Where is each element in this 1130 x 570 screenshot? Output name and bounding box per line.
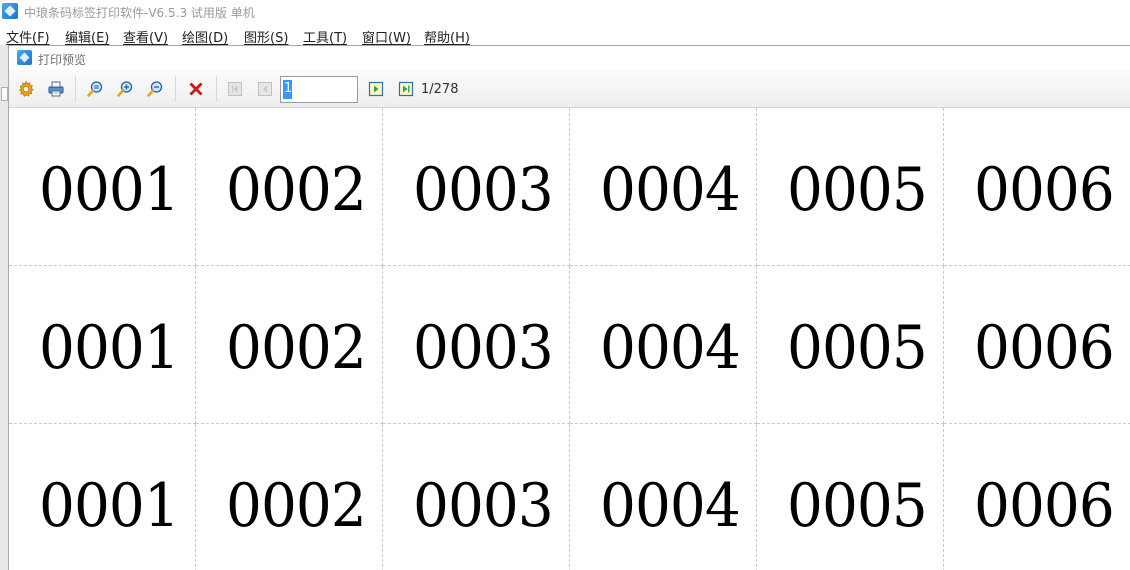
label-cell: 0006: [944, 424, 1130, 570]
preview-title: 打印预览: [38, 53, 87, 67]
label-number: 0001: [39, 155, 180, 225]
label-cell: 0004: [570, 424, 757, 570]
label-number: 0003: [413, 313, 554, 383]
close-x-icon[interactable]: [184, 77, 208, 101]
app-titlebar: 中琅条码标签打印软件-V6.5.3 试用版 单机: [0, 0, 1130, 24]
label-number: 0002: [226, 155, 367, 225]
label-number: 0004: [600, 155, 741, 225]
preview-logo-icon: [17, 50, 32, 65]
first-page-icon[interactable]: [223, 77, 247, 101]
label-cell: 0003: [383, 424, 570, 570]
menu-file[interactable]: 文件(F): [6, 27, 50, 46]
label-number: 0003: [413, 155, 554, 225]
label-number: 0006: [974, 471, 1115, 541]
label-cell: 0002: [196, 108, 383, 266]
label-number: 0003: [413, 471, 554, 541]
label-number: 0004: [600, 313, 741, 383]
app-logo-icon: [2, 3, 18, 19]
prev-page-icon[interactable]: [253, 77, 277, 101]
label-cell: 0003: [383, 108, 570, 266]
label-cell: 0002: [196, 266, 383, 424]
page-count: 1/278: [421, 82, 459, 97]
label-cell: 0004: [570, 108, 757, 266]
label-cell: 0001: [9, 424, 196, 570]
label-cell: 0005: [757, 108, 944, 266]
label-cell: 0006: [944, 108, 1130, 266]
menubar: 文件(F) 编辑(E) 查看(V) 绘图(D) 图形(S) 工具(T) 窗口(W…: [0, 24, 1130, 46]
toolbar-separator: [75, 76, 76, 102]
menu-help[interactable]: 帮助(H): [424, 27, 470, 46]
preview-titlebar: 打印预览: [9, 46, 1130, 70]
last-page-icon[interactable]: [394, 77, 418, 101]
toolbar-separator: [216, 76, 217, 102]
label-number: 0001: [39, 471, 180, 541]
label-number: 0006: [974, 313, 1115, 383]
menu-shape[interactable]: 图形(S): [244, 27, 288, 46]
label-cell: 0005: [757, 266, 944, 424]
label-cell: 0001: [9, 266, 196, 424]
label-number: 0005: [787, 471, 928, 541]
main-window-edge: [0, 45, 8, 570]
preview-canvas: 0001 0002 0003 0004 0005 0006 0001 0002 …: [9, 108, 1130, 570]
label-cell: 0002: [196, 424, 383, 570]
next-page-icon[interactable]: [364, 77, 388, 101]
app-title: 中琅条码标签打印软件-V6.5.3 试用版 单机: [24, 6, 255, 20]
label-number: 0005: [787, 313, 928, 383]
label-cell: 0006: [944, 266, 1130, 424]
menu-draw[interactable]: 绘图(D): [182, 27, 228, 46]
settings-gear-icon[interactable]: [14, 77, 38, 101]
zoom-fit-icon[interactable]: [83, 77, 107, 101]
label-number: 0001: [39, 313, 180, 383]
print-preview-window: 打印预览 1 1 1/278 0001 0002 0003 0004 0005 …: [8, 45, 1130, 570]
toolbar-separator: [175, 76, 176, 102]
zoom-in-icon[interactable]: [113, 77, 137, 101]
label-number: 0002: [226, 471, 367, 541]
label-cell: 0001: [9, 108, 196, 266]
menu-view[interactable]: 查看(V): [123, 27, 168, 46]
label-number: 0002: [226, 313, 367, 383]
label-number: 0004: [600, 471, 741, 541]
preview-toolbar: 1 1/278: [9, 70, 1130, 108]
menu-tools[interactable]: 工具(T): [303, 27, 347, 46]
label-number: 0005: [787, 155, 928, 225]
printer-icon[interactable]: [44, 77, 68, 101]
label-cell: 0004: [570, 266, 757, 424]
label-cell: 0003: [383, 266, 570, 424]
menu-edit[interactable]: 编辑(E): [65, 27, 109, 46]
zoom-out-icon[interactable]: [143, 77, 167, 101]
page-number-input[interactable]: [280, 76, 358, 103]
menu-window[interactable]: 窗口(W): [362, 27, 411, 46]
label-number: 0006: [974, 155, 1115, 225]
label-cell: 0005: [757, 424, 944, 570]
